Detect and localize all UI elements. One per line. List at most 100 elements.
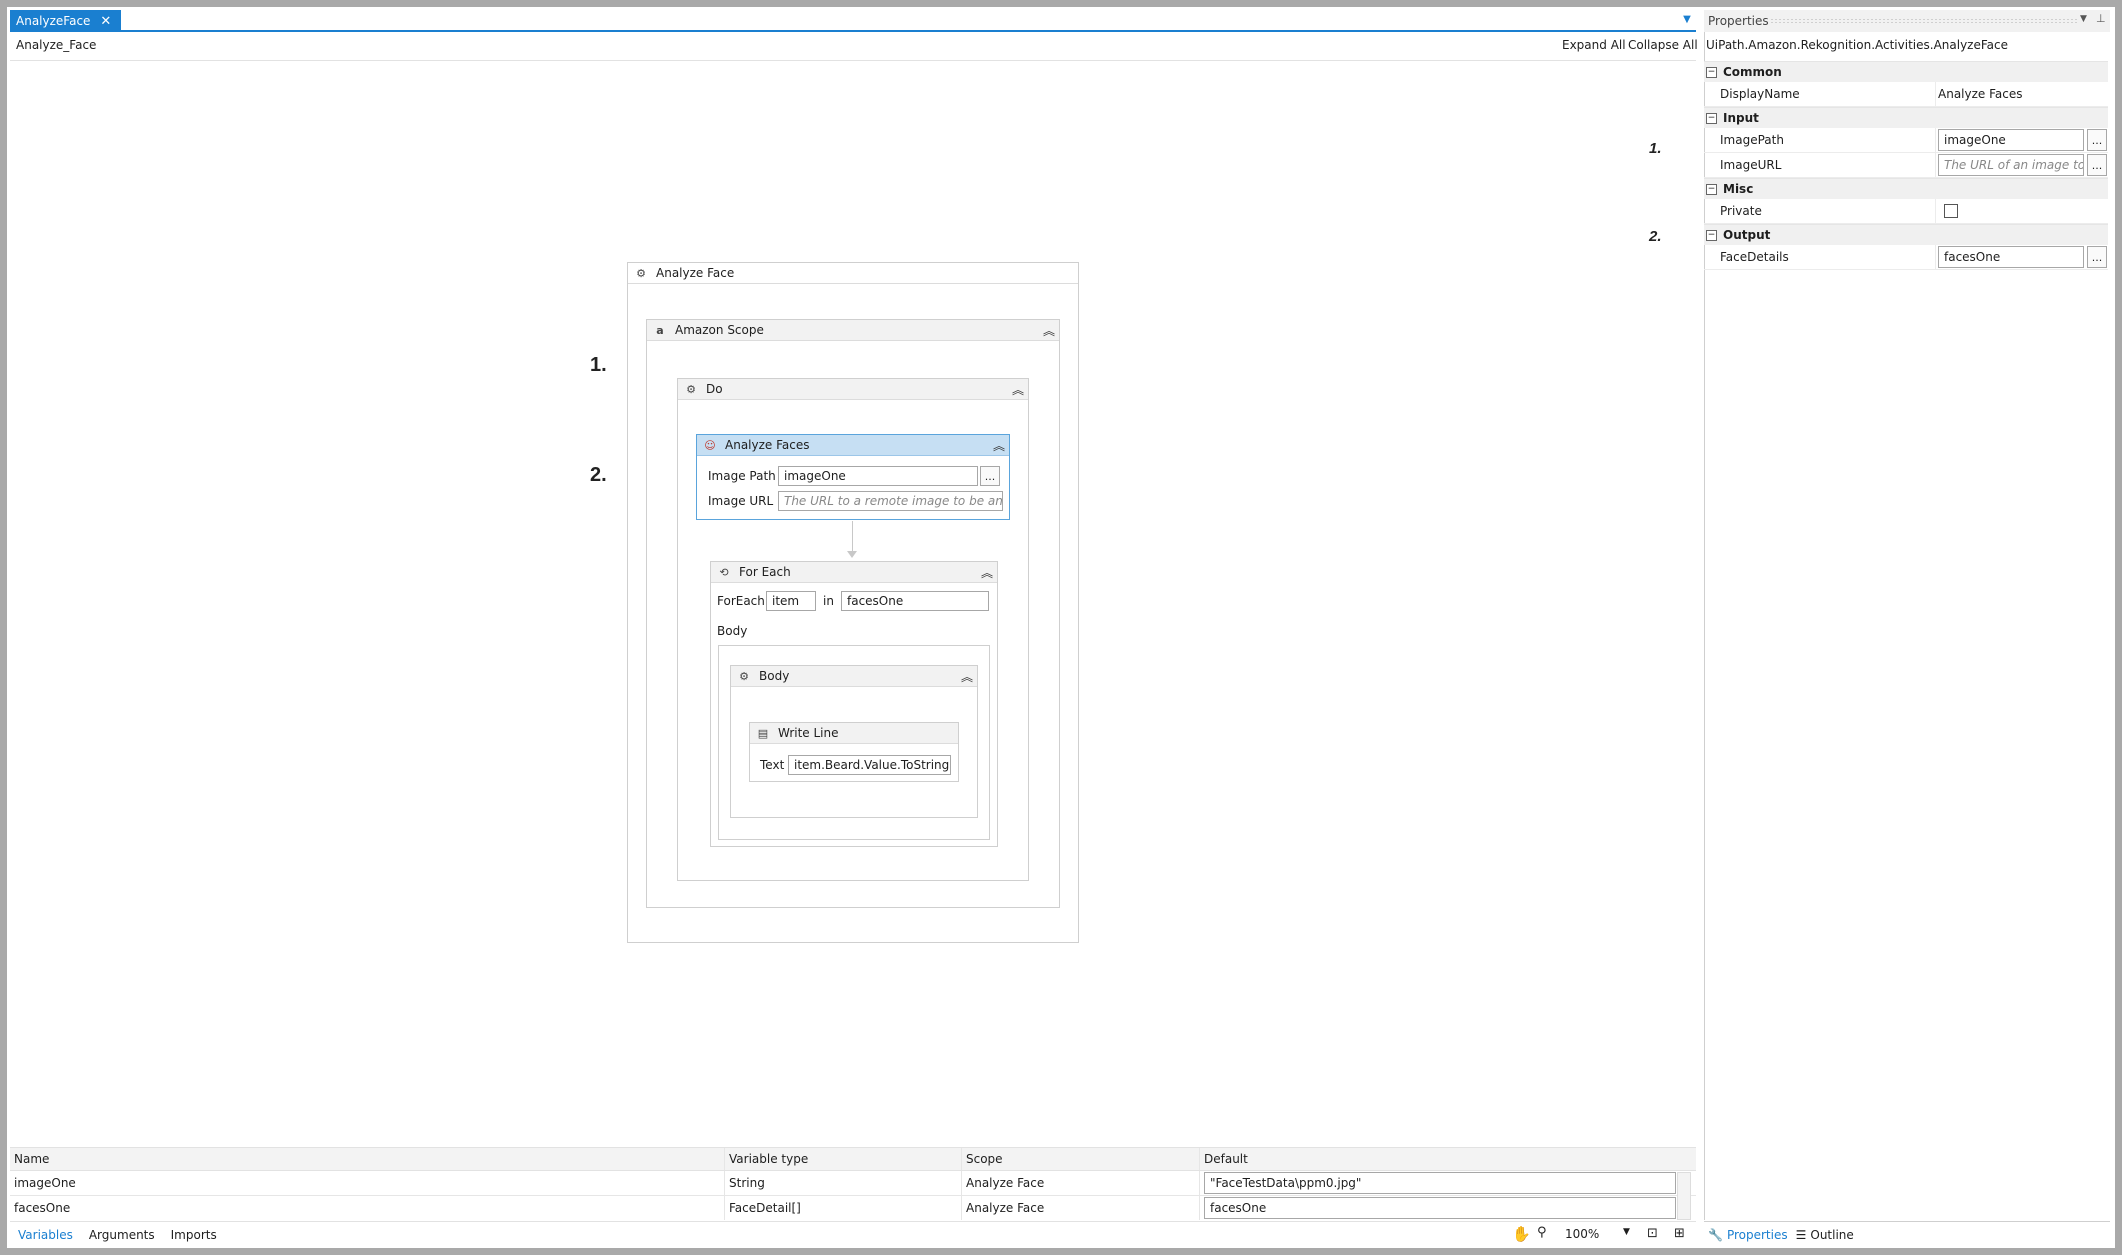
- image-path-input[interactable]: imageOne: [778, 466, 978, 486]
- variable-type[interactable]: FaceDetail[]: [725, 1196, 962, 1220]
- tab-imports[interactable]: Imports: [163, 1228, 225, 1242]
- tab-variables[interactable]: Variables: [10, 1228, 81, 1242]
- connector-arrow: [847, 551, 857, 558]
- variable-default-input[interactable]: facesOne: [1204, 1197, 1676, 1219]
- image-url-placeholder: The URL of an image to: [1944, 158, 2084, 172]
- browse-button[interactable]: ...: [2087, 246, 2107, 268]
- property-row-facedetails[interactable]: FaceDetails facesOne ...: [1704, 245, 2108, 270]
- chevron-down-icon[interactable]: ▼: [1623, 1227, 1630, 1237]
- property-row-imageurl[interactable]: ImageURL The URL of an image to ...: [1704, 153, 2108, 178]
- column-header-default[interactable]: Default: [1200, 1148, 1676, 1170]
- variable-scope[interactable]: Analyze Face: [962, 1171, 1200, 1195]
- tab-properties[interactable]: 🔧 Properties: [1708, 1228, 1788, 1242]
- collapse-icon[interactable]: ︽: [1012, 381, 1024, 398]
- chevron-down-icon[interactable]: ▼: [1681, 14, 1693, 26]
- browse-button[interactable]: ...: [980, 466, 1000, 486]
- face-icon: ☺: [704, 438, 716, 452]
- zoom-level[interactable]: 100%: [1565, 1227, 1599, 1241]
- category-label: Common: [1723, 65, 1782, 79]
- text-label: Text: [760, 758, 785, 772]
- tab-analyzeface[interactable]: AnalyzeFace ✕: [10, 10, 122, 32]
- property-name: DisplayName: [1704, 82, 1936, 106]
- amazon-icon: a: [656, 323, 664, 337]
- tab-outline-label: Outline: [1810, 1227, 1854, 1242]
- category-common[interactable]: − Common: [1704, 61, 2108, 82]
- connector-line: [852, 521, 853, 555]
- collapse-icon[interactable]: −: [1706, 66, 1717, 78]
- column-header-type[interactable]: Variable type: [725, 1148, 962, 1170]
- tab-label: AnalyzeFace: [16, 14, 91, 28]
- zoom-search-icon[interactable]: ⚲: [1537, 1225, 1547, 1240]
- properties-tab-bar: 🔧 Properties ☰ Outline: [1704, 1221, 2110, 1247]
- column-header-name[interactable]: Name: [10, 1148, 725, 1170]
- property-name: Private: [1704, 199, 1936, 223]
- fit-screen-icon[interactable]: ⊡: [1647, 1226, 1658, 1241]
- variable-name[interactable]: imageOne: [10, 1171, 725, 1195]
- variables-tab-bar: Variables Arguments Imports: [10, 1221, 1696, 1247]
- tab-outline[interactable]: ☰ Outline: [1796, 1228, 1854, 1242]
- column-header-scope[interactable]: Scope: [962, 1148, 1200, 1170]
- category-label: Input: [1723, 111, 1759, 125]
- property-value[interactable]: Analyze Faces: [1936, 87, 2108, 101]
- browse-button[interactable]: ...: [2087, 154, 2107, 176]
- chevron-down-icon[interactable]: ▼: [2080, 14, 2087, 24]
- category-misc[interactable]: − Misc: [1704, 178, 2108, 199]
- property-row-displayname[interactable]: DisplayName Analyze Faces: [1704, 82, 2108, 107]
- collapse-all-button[interactable]: Collapse All: [1628, 38, 1698, 52]
- sequence-title: Analyze Face: [656, 266, 735, 280]
- category-output[interactable]: − Output: [1704, 224, 2108, 245]
- foreach-collection-input[interactable]: facesOne: [841, 591, 989, 611]
- table-row[interactable]: imageOne String Analyze Face "FaceTestDa…: [10, 1171, 1696, 1196]
- variable-name[interactable]: facesOne: [10, 1196, 725, 1220]
- image-url-input[interactable]: The URL to a remote image to be analyse: [778, 491, 1003, 511]
- sequence-icon: ⚙: [686, 382, 696, 396]
- face-details-field[interactable]: facesOne: [1938, 246, 2084, 268]
- collapse-icon[interactable]: ︽: [961, 668, 973, 685]
- marker-two: 2.: [590, 464, 607, 486]
- amazon-scope-title: Amazon Scope: [675, 323, 764, 337]
- hand-icon[interactable]: ✋: [1512, 1225, 1531, 1243]
- variables-header: Name Variable type Scope Default: [10, 1148, 1696, 1171]
- properties-grid: − Common DisplayName Analyze Faces − Inp…: [1704, 61, 2108, 270]
- sequence-icon: ⚙: [739, 669, 749, 683]
- close-icon[interactable]: ✕: [100, 14, 111, 29]
- image-url-field[interactable]: The URL of an image to: [1938, 154, 2084, 176]
- overview-icon[interactable]: ⊞: [1674, 1226, 1685, 1241]
- drag-grip[interactable]: [1770, 18, 2078, 24]
- collapse-icon[interactable]: ︽: [993, 437, 1005, 454]
- collapse-icon[interactable]: −: [1706, 229, 1717, 241]
- variables-scrollbar[interactable]: [1677, 1172, 1691, 1220]
- collapse-icon[interactable]: ︽: [1043, 322, 1055, 339]
- collapse-icon[interactable]: −: [1706, 183, 1717, 195]
- tab-properties-label: Properties: [1726, 1227, 1788, 1242]
- variable-scope[interactable]: Analyze Face: [962, 1196, 1200, 1220]
- in-label: in: [823, 594, 834, 608]
- body-sequence-title: Body: [759, 669, 790, 683]
- table-row[interactable]: facesOne FaceDetail[] Analyze Face faces…: [10, 1196, 1696, 1220]
- for-each-title: For Each: [739, 565, 791, 579]
- category-label: Misc: [1723, 182, 1754, 196]
- document-tab-bar: [10, 10, 1696, 32]
- image-path-field[interactable]: imageOne: [1938, 129, 2084, 151]
- write-line-title: Write Line: [778, 726, 839, 740]
- category-input[interactable]: − Input: [1704, 107, 2108, 128]
- private-checkbox[interactable]: [1944, 204, 1958, 218]
- variables-panel: Name Variable type Scope Default imageOn…: [10, 1147, 1696, 1220]
- variable-type[interactable]: String: [725, 1171, 962, 1195]
- property-name: ImageURL: [1704, 153, 1936, 177]
- expand-all-button[interactable]: Expand All: [1562, 38, 1626, 52]
- property-row-private[interactable]: Private: [1704, 199, 2108, 224]
- collapse-icon[interactable]: ︽: [981, 564, 993, 581]
- for-each-icon: ⟲: [719, 565, 729, 579]
- browse-button[interactable]: ...: [2087, 129, 2107, 151]
- property-row-imagepath[interactable]: ImagePath imageOne ...: [1704, 128, 2108, 153]
- properties-title: Properties: [1708, 14, 1769, 28]
- foreach-item-input[interactable]: item: [766, 591, 816, 611]
- write-line-text-input[interactable]: item.Beard.Value.ToString: [788, 755, 951, 775]
- breadcrumb[interactable]: Analyze_Face: [16, 38, 96, 52]
- variable-default-input[interactable]: "FaceTestData\ppm0.jpg": [1204, 1172, 1676, 1194]
- collapse-icon[interactable]: −: [1706, 112, 1717, 124]
- tab-arguments[interactable]: Arguments: [81, 1228, 163, 1242]
- category-label: Output: [1723, 228, 1771, 242]
- pin-icon[interactable]: ⊥: [2096, 12, 2106, 25]
